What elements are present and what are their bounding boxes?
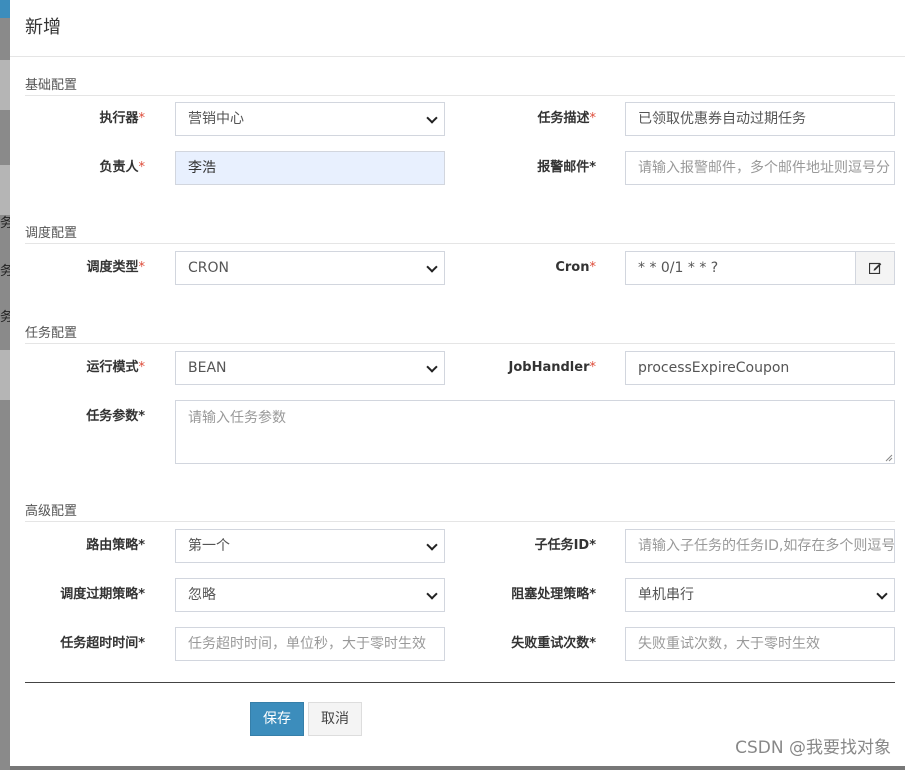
job-handler-input[interactable]: processExpireCoupon: [625, 351, 895, 385]
form-divider: [25, 682, 895, 683]
alarm-email-label: 报警邮件*: [537, 160, 596, 175]
schedule-type-select[interactable]: CRON: [175, 251, 445, 285]
run-mode-select[interactable]: BEAN: [175, 351, 445, 385]
author-input[interactable]: 李浩: [175, 151, 445, 185]
route-strategy-select[interactable]: 第一个: [175, 529, 445, 563]
schedule-type-label: 调度类型*: [86, 260, 145, 275]
job-param-placeholder: 请输入任务参数: [188, 410, 286, 426]
cron-label: Cron*: [555, 260, 596, 275]
fail-retry-label: 失败重试次数*: [511, 636, 596, 651]
route-strategy-label: 路由策略*: [86, 538, 145, 553]
executor-label: 执行器*: [99, 111, 145, 126]
job-handler-label: JobHandler*: [508, 360, 596, 375]
fail-retry-input[interactable]: 失败重试次数，大于零时生效: [625, 627, 895, 661]
resize-grip-icon[interactable]: [885, 454, 893, 462]
cron-input[interactable]: * * 0/1 * * ?: [625, 251, 856, 285]
job-desc-label: 任务描述*: [537, 111, 596, 126]
timeout-label: 任务超时时间*: [60, 636, 145, 651]
section-task: 任务配置: [25, 322, 895, 344]
executor-select[interactable]: 营销中心: [175, 102, 445, 136]
author-label: 负责人*: [99, 160, 145, 175]
save-button[interactable]: 保存: [250, 702, 304, 736]
section-schedule: 调度配置: [25, 222, 895, 244]
alarm-email-input[interactable]: 请输入报警邮件，多个邮件地址则逗号分: [625, 151, 895, 185]
edit-icon: [869, 262, 882, 274]
block-strategy-select[interactable]: 单机串行: [625, 578, 895, 612]
run-mode-label: 运行模式*: [86, 360, 145, 375]
modal-shadow-edge: [10, 766, 905, 770]
modal-header: 新增: [10, 0, 905, 57]
child-job-id-label: 子任务ID*: [534, 538, 596, 553]
block-strategy-label: 阻塞处理策略*: [511, 587, 596, 602]
child-job-id-input[interactable]: 请输入子任务的任务ID,如存在多个则逗号: [625, 529, 895, 563]
add-job-modal: 新增 基础配置 执行器* 营销中心 任务描述* 已领取优惠券自动过期任务 负责人…: [10, 0, 905, 766]
job-param-label: 任务参数*: [86, 409, 145, 424]
section-basic: 基础配置: [25, 74, 895, 96]
watermark: CSDN @我要找对象: [735, 738, 891, 758]
job-param-textarea[interactable]: 请输入任务参数: [175, 400, 895, 464]
misfire-strategy-label: 调度过期策略*: [60, 587, 145, 602]
timeout-input[interactable]: 任务超时时间，单位秒，大于零时生效: [175, 627, 445, 661]
cancel-button[interactable]: 取消: [308, 702, 362, 736]
section-advanced: 高级配置: [25, 500, 895, 522]
cron-edit-button[interactable]: [855, 251, 895, 285]
job-desc-input[interactable]: 已领取优惠券自动过期任务: [625, 102, 895, 136]
misfire-strategy-select[interactable]: 忽略: [175, 578, 445, 612]
modal-title: 新增: [25, 17, 61, 38]
